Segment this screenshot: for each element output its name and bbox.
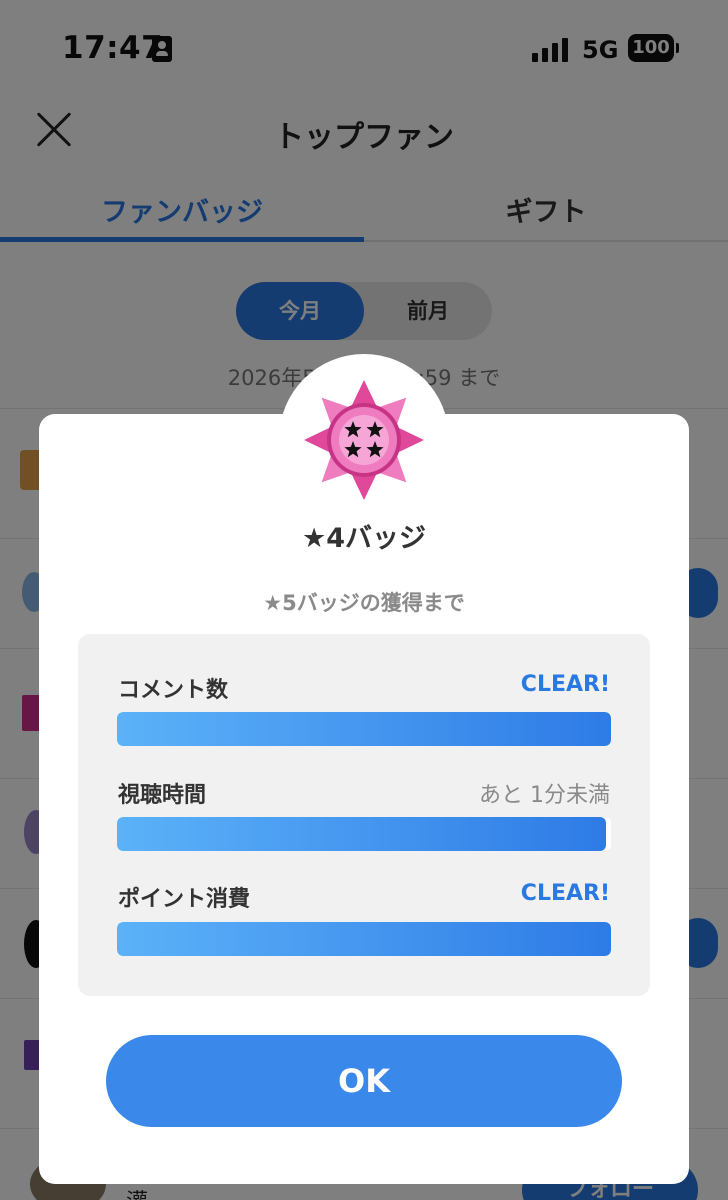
progress-fill: [117, 712, 611, 746]
progress-bar-watch-time: [117, 817, 611, 851]
progress-label-points: ポイント消費: [118, 887, 251, 912]
badge-next-goal: ★5バッジの獲得まで: [263, 591, 465, 615]
progress-bar-comments: [117, 712, 611, 746]
ok-button[interactable]: OK: [106, 1035, 622, 1127]
progress-fill: [117, 922, 611, 956]
badge-title: ★4バッジ: [302, 523, 426, 554]
progress-status-points: CLEAR!: [520, 881, 610, 906]
progress-status-watch-time: あと 1分未満: [479, 783, 610, 808]
badge-inner-disc: [339, 415, 389, 465]
star-badge-icon: [304, 380, 424, 500]
progress-fill: [117, 817, 607, 851]
progress-label-watch-time: 視聴時間: [118, 783, 207, 808]
progress-status-comments: CLEAR!: [520, 672, 610, 697]
progress-label-comments: コメント数: [118, 678, 229, 703]
progress-bar-points: [117, 922, 611, 956]
